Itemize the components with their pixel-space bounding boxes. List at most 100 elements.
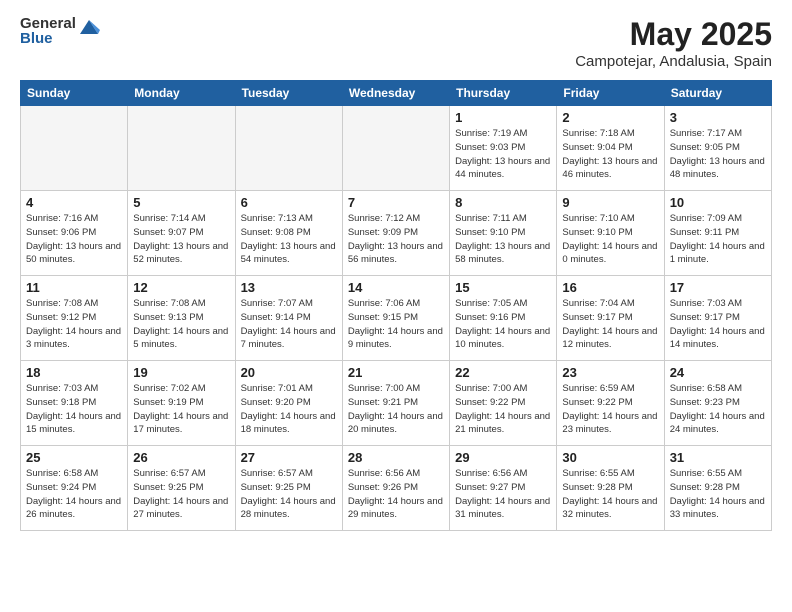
day-number: 10: [670, 195, 766, 210]
week-row-4: 18 Sunrise: 7:03 AM Sunset: 9:18 PM Dayli…: [21, 361, 772, 446]
day-cell: 16 Sunrise: 7:04 AM Sunset: 9:17 PM Dayli…: [557, 276, 664, 361]
day-cell: 21 Sunrise: 7:00 AM Sunset: 9:21 PM Dayli…: [342, 361, 449, 446]
day-cell: 23 Sunrise: 6:59 AM Sunset: 9:22 PM Dayli…: [557, 361, 664, 446]
logo: General Blue: [20, 16, 100, 46]
logo-icon: [78, 16, 100, 38]
day-number: 8: [455, 195, 551, 210]
day-cell: 30Sunrise: 6:55 AM Sunset: 9:28 PM Dayli…: [557, 446, 664, 531]
weekday-header-tuesday: Tuesday: [235, 81, 342, 106]
day-cell: 10 Sunrise: 7:09 AM Sunset: 9:11 PM Dayli…: [664, 191, 771, 276]
day-info: Sunrise: 6:59 AM Sunset: 9:22 PM Dayligh…: [562, 382, 658, 437]
day-number: 16: [562, 280, 658, 295]
day-cell: 15 Sunrise: 7:05 AM Sunset: 9:16 PM Dayli…: [450, 276, 557, 361]
day-info: Sunrise: 7:17 AM Sunset: 9:05 PM Dayligh…: [670, 127, 766, 182]
day-cell: 11 Sunrise: 7:08 AM Sunset: 9:12 PM Dayli…: [21, 276, 128, 361]
day-number: 26: [133, 450, 229, 465]
days-of-week-row: SundayMondayTuesdayWednesdayThursdayFrid…: [21, 81, 772, 106]
day-cell: 26 Sunrise: 6:57 AM Sunset: 9:25 PM Dayli…: [128, 446, 235, 531]
weekday-header-friday: Friday: [557, 81, 664, 106]
day-info: Sunrise: 7:01 AM Sunset: 9:20 PM Dayligh…: [241, 382, 337, 437]
location-subtitle: Campotejar, Andalusia, Spain: [575, 53, 772, 70]
month-year-title: May 2025: [575, 16, 772, 53]
day-cell: 22 Sunrise: 7:00 AM Sunset: 9:22 PM Dayli…: [450, 361, 557, 446]
day-cell: 31Sunrise: 6:55 AM Sunset: 9:28 PM Dayli…: [664, 446, 771, 531]
weekday-header-sunday: Sunday: [21, 81, 128, 106]
day-cell: 9 Sunrise: 7:10 AM Sunset: 9:10 PM Daylig…: [557, 191, 664, 276]
day-cell: 20 Sunrise: 7:01 AM Sunset: 9:20 PM Dayli…: [235, 361, 342, 446]
day-number: 29: [455, 450, 551, 465]
day-info: Sunrise: 7:03 AM Sunset: 9:18 PM Dayligh…: [26, 382, 122, 437]
day-number: 17: [670, 280, 766, 295]
day-number: 1: [455, 110, 551, 125]
day-number: 22: [455, 365, 551, 380]
day-info: Sunrise: 6:55 AM Sunset: 9:28 PM Dayligh…: [562, 467, 658, 522]
day-info: Sunrise: 6:56 AM Sunset: 9:26 PM Dayligh…: [348, 467, 444, 522]
day-number: 2: [562, 110, 658, 125]
day-number: 15: [455, 280, 551, 295]
day-number: 11: [26, 280, 122, 295]
day-cell: [128, 106, 235, 191]
day-cell: 1Sunrise: 7:19 AM Sunset: 9:03 PM Daylig…: [450, 106, 557, 191]
day-info: Sunrise: 7:10 AM Sunset: 9:10 PM Dayligh…: [562, 212, 658, 267]
day-number: 3: [670, 110, 766, 125]
day-number: 12: [133, 280, 229, 295]
weekday-header-wednesday: Wednesday: [342, 81, 449, 106]
day-cell: 18 Sunrise: 7:03 AM Sunset: 9:18 PM Dayli…: [21, 361, 128, 446]
day-info: Sunrise: 7:07 AM Sunset: 9:14 PM Dayligh…: [241, 297, 337, 352]
day-cell: [21, 106, 128, 191]
day-info: Sunrise: 6:55 AM Sunset: 9:28 PM Dayligh…: [670, 467, 766, 522]
weekday-header-saturday: Saturday: [664, 81, 771, 106]
day-cell: 27 Sunrise: 6:57 AM Sunset: 9:25 PM Dayli…: [235, 446, 342, 531]
day-cell: 19Sunrise: 7:02 AM Sunset: 9:19 PM Dayli…: [128, 361, 235, 446]
day-cell: 4Sunrise: 7:16 AM Sunset: 9:06 PM Daylig…: [21, 191, 128, 276]
logo-general: General: [20, 16, 76, 31]
day-info: Sunrise: 7:08 AM Sunset: 9:13 PM Dayligh…: [133, 297, 229, 352]
day-cell: 12 Sunrise: 7:08 AM Sunset: 9:13 PM Dayli…: [128, 276, 235, 361]
day-info: Sunrise: 7:13 AM Sunset: 9:08 PM Dayligh…: [241, 212, 337, 267]
day-cell: [235, 106, 342, 191]
week-row-2: 4Sunrise: 7:16 AM Sunset: 9:06 PM Daylig…: [21, 191, 772, 276]
day-info: Sunrise: 6:58 AM Sunset: 9:23 PM Dayligh…: [670, 382, 766, 437]
day-number: 20: [241, 365, 337, 380]
day-info: Sunrise: 7:02 AM Sunset: 9:19 PM Dayligh…: [133, 382, 229, 437]
day-info: Sunrise: 7:00 AM Sunset: 9:22 PM Dayligh…: [455, 382, 551, 437]
day-info: Sunrise: 7:14 AM Sunset: 9:07 PM Dayligh…: [133, 212, 229, 267]
day-info: Sunrise: 6:57 AM Sunset: 9:25 PM Dayligh…: [133, 467, 229, 522]
day-number: 9: [562, 195, 658, 210]
weekday-header-thursday: Thursday: [450, 81, 557, 106]
day-info: Sunrise: 6:56 AM Sunset: 9:27 PM Dayligh…: [455, 467, 551, 522]
day-number: 18: [26, 365, 122, 380]
day-cell: 7Sunrise: 7:12 AM Sunset: 9:09 PM Daylig…: [342, 191, 449, 276]
day-cell: 28 Sunrise: 6:56 AM Sunset: 9:26 PM Dayli…: [342, 446, 449, 531]
day-info: Sunrise: 7:08 AM Sunset: 9:12 PM Dayligh…: [26, 297, 122, 352]
day-cell: 3 Sunrise: 7:17 AM Sunset: 9:05 PM Daylig…: [664, 106, 771, 191]
weekday-header-monday: Monday: [128, 81, 235, 106]
day-cell: 2Sunrise: 7:18 AM Sunset: 9:04 PM Daylig…: [557, 106, 664, 191]
day-info: Sunrise: 7:00 AM Sunset: 9:21 PM Dayligh…: [348, 382, 444, 437]
week-row-1: 1Sunrise: 7:19 AM Sunset: 9:03 PM Daylig…: [21, 106, 772, 191]
day-number: 6: [241, 195, 337, 210]
page-header: General Blue May 2025 Campotejar, Andalu…: [20, 16, 772, 70]
day-info: Sunrise: 6:58 AM Sunset: 9:24 PM Dayligh…: [26, 467, 122, 522]
day-cell: 17Sunrise: 7:03 AM Sunset: 9:17 PM Dayli…: [664, 276, 771, 361]
day-number: 14: [348, 280, 444, 295]
day-cell: 6 Sunrise: 7:13 AM Sunset: 9:08 PM Daylig…: [235, 191, 342, 276]
day-info: Sunrise: 7:05 AM Sunset: 9:16 PM Dayligh…: [455, 297, 551, 352]
day-number: 27: [241, 450, 337, 465]
day-info: Sunrise: 7:11 AM Sunset: 9:10 PM Dayligh…: [455, 212, 551, 267]
day-info: Sunrise: 6:57 AM Sunset: 9:25 PM Dayligh…: [241, 467, 337, 522]
day-cell: 13Sunrise: 7:07 AM Sunset: 9:14 PM Dayli…: [235, 276, 342, 361]
day-info: Sunrise: 7:06 AM Sunset: 9:15 PM Dayligh…: [348, 297, 444, 352]
day-number: 5: [133, 195, 229, 210]
day-info: Sunrise: 7:09 AM Sunset: 9:11 PM Dayligh…: [670, 212, 766, 267]
day-number: 23: [562, 365, 658, 380]
day-number: 25: [26, 450, 122, 465]
day-number: 24: [670, 365, 766, 380]
day-cell: [342, 106, 449, 191]
day-number: 28: [348, 450, 444, 465]
day-cell: 25 Sunrise: 6:58 AM Sunset: 9:24 PM Dayli…: [21, 446, 128, 531]
calendar-table: SundayMondayTuesdayWednesdayThursdayFrid…: [20, 80, 772, 531]
day-info: Sunrise: 7:04 AM Sunset: 9:17 PM Dayligh…: [562, 297, 658, 352]
day-number: 21: [348, 365, 444, 380]
day-info: Sunrise: 7:16 AM Sunset: 9:06 PM Dayligh…: [26, 212, 122, 267]
